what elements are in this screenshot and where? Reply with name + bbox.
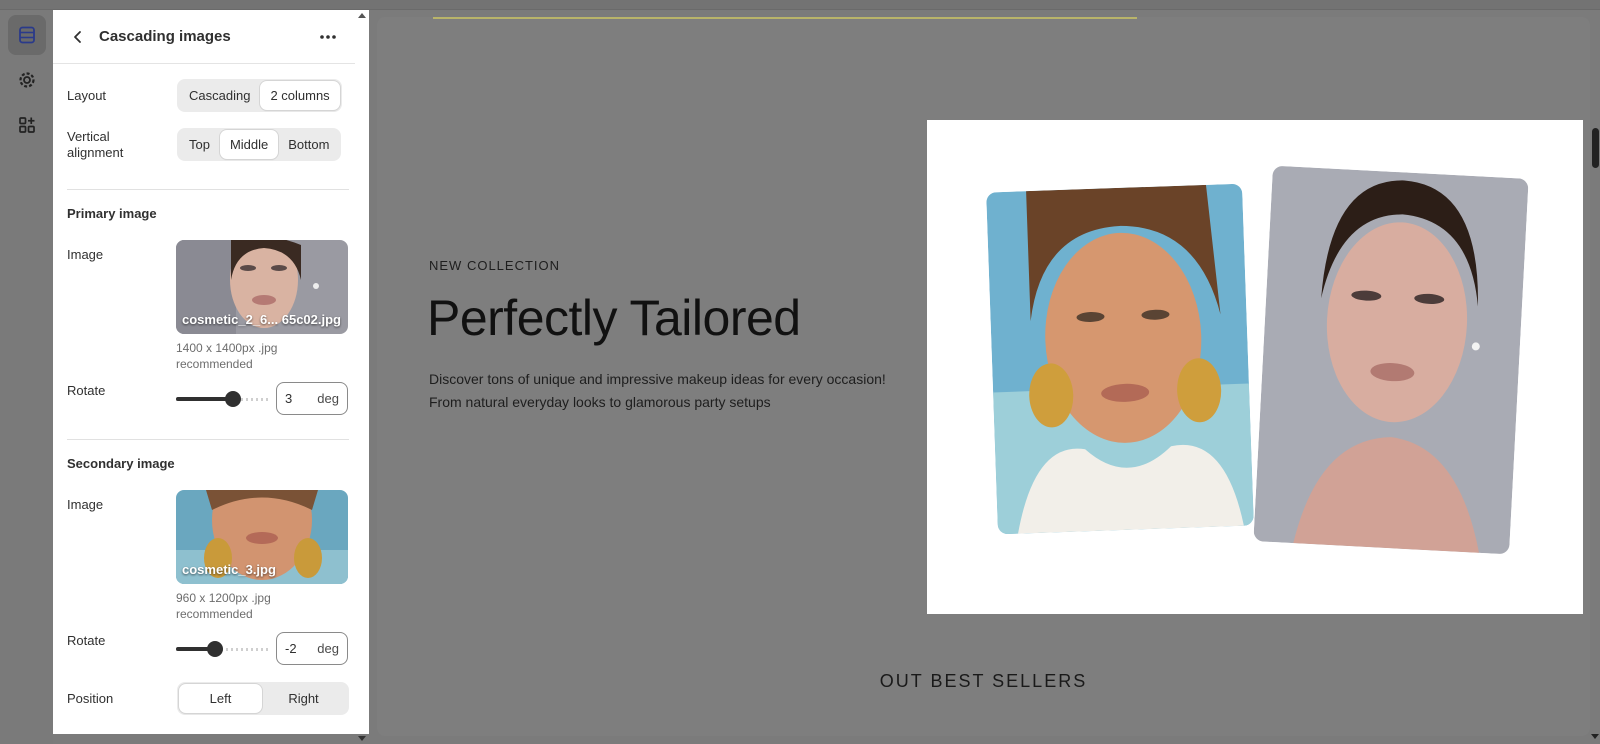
layout-option-cascading[interactable]: Cascading xyxy=(179,81,260,110)
section-eyebrow: NEW COLLECTION xyxy=(429,258,561,273)
divider xyxy=(67,439,349,440)
back-button[interactable] xyxy=(67,26,89,48)
secondary-rotate-unit: deg xyxy=(317,641,339,656)
valign-option-bottom[interactable]: Bottom xyxy=(278,130,339,159)
primary-image[interactable] xyxy=(1253,165,1529,555)
primary-image-label: Image xyxy=(67,247,104,262)
primary-rotate-value: 3 xyxy=(285,391,293,406)
position-option-right[interactable]: Right xyxy=(262,684,345,713)
panel-scroll-down-icon[interactable] xyxy=(358,736,366,741)
secondary-image-label: Image xyxy=(67,497,104,512)
sections-icon xyxy=(19,26,35,44)
top-bar xyxy=(0,0,1600,10)
selection-indicator xyxy=(433,17,1137,19)
divider xyxy=(67,189,349,190)
primary-rotate-input[interactable]: 3 deg xyxy=(276,382,348,415)
apps-add-icon xyxy=(19,117,35,133)
layout-option-2-columns[interactable]: 2 columns xyxy=(260,81,340,110)
scroll-down-icon[interactable] xyxy=(1591,734,1599,739)
layout-label: Layout xyxy=(67,87,107,103)
secondary-rotate-label: Rotate xyxy=(67,633,106,648)
best-sellers-heading: OUT BEST SELLERS xyxy=(879,671,1088,691)
scroll-up-icon[interactable] xyxy=(358,13,366,18)
slider-knob[interactable] xyxy=(225,391,241,407)
secondary-image-heading: Secondary image xyxy=(67,456,175,471)
layout-row: Layout Cascading 2 columns xyxy=(67,79,349,112)
panel-header: Cascading images xyxy=(53,10,355,64)
position-row: Position Left Right xyxy=(67,682,349,715)
position-label: Position xyxy=(67,690,114,706)
primary-image-photo xyxy=(1253,165,1529,555)
settings-button[interactable] xyxy=(8,60,46,100)
settings-panel: Cascading images Layout Cascading 2 colu… xyxy=(53,10,369,734)
panel-title: Cascading images xyxy=(99,28,231,45)
panel-scrollbar[interactable] xyxy=(355,10,369,734)
primary-image-thumbnail[interactable]: cosmetic_2_6... 65c02.jpg xyxy=(176,240,348,334)
sidebar-rail xyxy=(0,10,53,744)
position-option-left[interactable]: Left xyxy=(179,684,262,713)
secondary-image-hint: 960 x 1200px .jpg recommended xyxy=(176,591,271,621)
back-arrow-icon xyxy=(74,30,81,43)
sections-button[interactable] xyxy=(8,15,46,55)
primary-image-heading: Primary image xyxy=(67,206,157,221)
primary-rotate-unit: deg xyxy=(317,391,339,406)
page-preview: NEW COLLECTION Perfectly Tailored Discov… xyxy=(377,17,1590,736)
more-icon xyxy=(320,34,336,39)
position-control: Left Right xyxy=(177,682,349,715)
section-headline: Perfectly Tailored xyxy=(427,290,801,346)
valign-option-middle[interactable]: Middle xyxy=(219,130,279,159)
primary-image-filename: cosmetic_2_6... 65c02.jpg xyxy=(182,312,341,327)
secondary-rotate-slider[interactable] xyxy=(176,641,268,657)
primary-rotate-label: Rotate xyxy=(67,383,106,398)
slider-knob[interactable] xyxy=(207,641,223,657)
vertical-alignment-label: Vertical alignment xyxy=(67,128,124,160)
valign-option-top[interactable]: Top xyxy=(179,130,220,159)
more-options-button[interactable] xyxy=(315,24,341,50)
vertical-alignment-row: Vertical alignment Top Middle Bottom xyxy=(67,128,349,161)
primary-rotate-slider[interactable] xyxy=(176,391,268,407)
scrollbar-thumb[interactable] xyxy=(1592,128,1599,168)
secondary-image-filename: cosmetic_3.jpg xyxy=(182,562,276,577)
secondary-image-thumbnail[interactable]: cosmetic_3.jpg xyxy=(176,490,348,584)
gear-icon xyxy=(19,72,35,88)
section-body-text: Discover tons of unique and impressive m… xyxy=(429,371,886,410)
primary-image-hint: 1400 x 1400px .jpg recommended xyxy=(176,341,278,371)
secondary-image-photo xyxy=(986,183,1254,535)
layout-segmented-control: Cascading 2 columns xyxy=(177,79,342,112)
secondary-rotate-input[interactable]: -2 deg xyxy=(276,632,348,665)
apps-button[interactable] xyxy=(8,105,46,145)
cascading-images-block[interactable] xyxy=(927,120,1583,614)
preview-scrollbar[interactable] xyxy=(1590,10,1600,744)
secondary-rotate-value: -2 xyxy=(285,641,297,656)
vertical-alignment-control: Top Middle Bottom xyxy=(177,128,342,161)
secondary-image[interactable] xyxy=(986,183,1254,535)
